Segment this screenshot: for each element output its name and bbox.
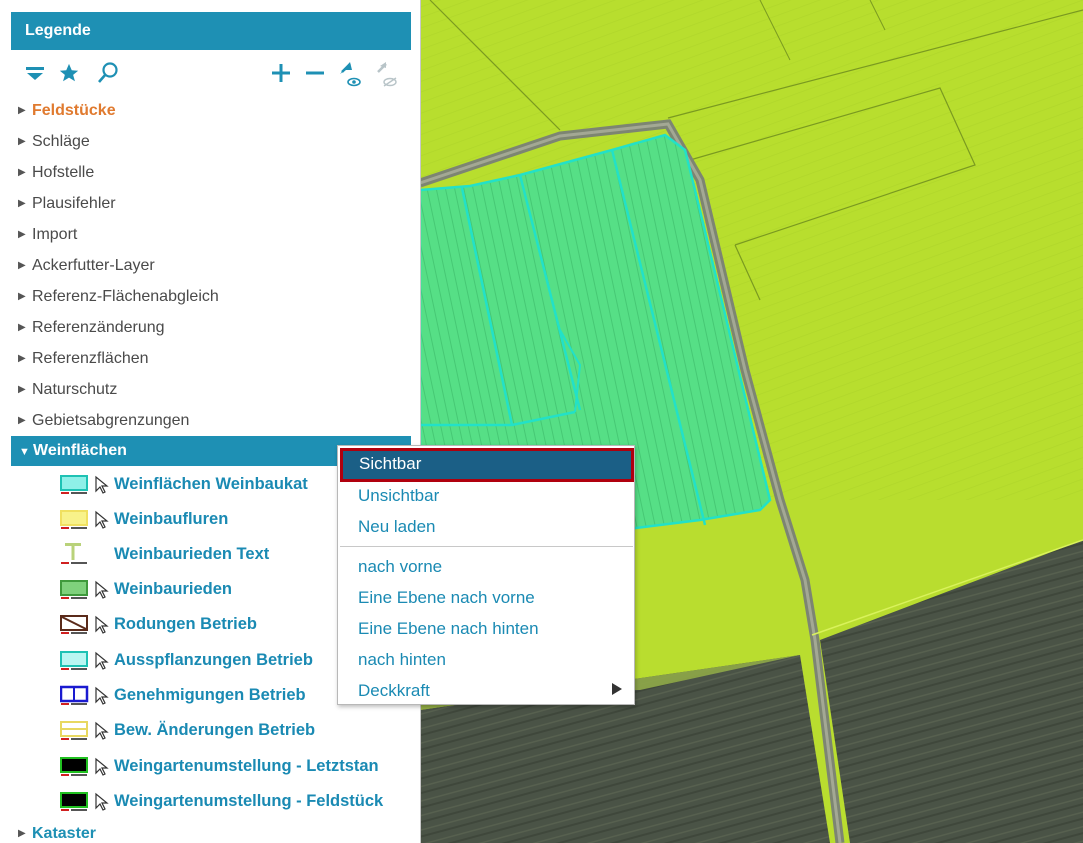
tree-item-schlaege[interactable]: ▶ Schläge (18, 129, 90, 155)
minus-icon[interactable] (302, 58, 328, 88)
expand-arrow-icon: ▶ (18, 291, 26, 302)
layer-weinbaurieden[interactable]: Weinbaurieden (60, 574, 232, 604)
hatched-symbol-icon (60, 611, 90, 637)
tree-item-gebietsabgrenzungen[interactable]: ▶ Gebietsabgrenzungen (18, 408, 189, 434)
tree-item-kataster[interactable]: ▶ Kataster (18, 821, 96, 843)
expand-arrow-icon: ▶ (18, 229, 26, 240)
layer-weinbaurieden-text[interactable]: Weinbaurieden Text (60, 539, 269, 569)
layer-ausspflanzungen-betrieb[interactable]: Ausspflanzungen Betrieb (60, 645, 313, 675)
layer-context-menu: Sichtbar Unsichtbar Neu laden nach vorne… (337, 445, 635, 705)
select-pointer-icon[interactable] (92, 720, 110, 740)
select-pointer-icon[interactable] (92, 614, 110, 634)
expand-arrow-icon: ▶ (18, 322, 26, 333)
expand-arrow-icon: ▶ (18, 260, 26, 271)
visible-eye-icon[interactable] (334, 58, 362, 88)
expand-arrow-icon: ▶ (18, 384, 26, 395)
menu-item-nach-hinten[interactable]: nach hinten (358, 650, 446, 670)
layer-symbol-icon (60, 506, 90, 532)
select-pointer-icon[interactable] (92, 650, 110, 670)
menu-item-eine-ebene-nach-hinten[interactable]: Eine Ebene nach hinten (358, 619, 539, 639)
tree-item-feldstuecke[interactable]: ▶ Feldstücke (18, 98, 116, 124)
menu-separator (340, 546, 633, 547)
tree-item-import[interactable]: ▶ Import (18, 222, 77, 248)
layer-rodungen-betrieb[interactable]: Rodungen Betrieb (60, 609, 257, 639)
layer-symbol-icon (60, 471, 90, 497)
legend-panel: Legende ▶ Feldstücke ▶ Schläge ▶ Hofstelle … (0, 0, 421, 843)
submenu-arrow-icon (612, 683, 622, 695)
search-icon[interactable] (94, 58, 122, 88)
expand-arrow-icon: ▶ (18, 828, 26, 839)
menu-item-neu-laden[interactable]: Neu laden (358, 517, 436, 537)
expand-arrow-icon: ▶ (18, 136, 26, 147)
layer-weingartenumstellung-letztstand[interactable]: Weingartenumstellung - Letztstan (60, 751, 379, 781)
expand-arrow-icon: ▶ (18, 353, 26, 364)
menu-item-eine-ebene-nach-vorne[interactable]: Eine Ebene nach vorne (358, 588, 535, 608)
tree-item-naturschutz[interactable]: ▶ Naturschutz (18, 377, 117, 403)
invisible-eye-icon[interactable] (370, 58, 398, 88)
select-pointer-icon[interactable] (92, 756, 110, 776)
tree-item-referenzflaechen[interactable]: ▶ Referenzflächen (18, 346, 149, 372)
filter-icon[interactable] (22, 58, 48, 88)
menu-item-unsichtbar[interactable]: Unsichtbar (358, 486, 439, 506)
select-pointer-icon[interactable] (92, 579, 110, 599)
layer-symbol-icon (59, 682, 90, 708)
plus-icon[interactable] (268, 58, 294, 88)
select-pointer-icon[interactable] (92, 685, 110, 705)
legend-toolbar (22, 58, 412, 92)
tree-item-referenzaenderung[interactable]: ▶ Referenzänderung (18, 315, 165, 341)
legend-title: Legende (11, 12, 411, 50)
layer-weingartenumstellung-feldstueck[interactable]: Weingartenumstellung - Feldstück (60, 786, 383, 816)
text-symbol-icon (60, 541, 90, 567)
tree-item-referenz-flaechenabgleich[interactable]: ▶ Referenz-Flächenabgleich (18, 284, 219, 310)
layer-symbol-icon (60, 717, 90, 743)
menu-item-deckkraft[interactable]: Deckkraft (358, 681, 430, 701)
layer-bew-aenderungen-betrieb[interactable]: Bew. Änderungen Betrieb (60, 715, 315, 745)
layer-symbol-icon (60, 753, 90, 779)
layer-symbol-icon (60, 788, 90, 814)
select-pointer-icon[interactable] (92, 791, 110, 811)
expand-arrow-icon: ▶ (18, 167, 26, 178)
layer-weinbaufluren[interactable]: Weinbaufluren (60, 504, 228, 534)
tree-item-hofstelle[interactable]: ▶ Hofstelle (18, 160, 94, 186)
layer-symbol-icon (60, 576, 90, 602)
menu-item-nach-vorne[interactable]: nach vorne (358, 557, 442, 577)
tree-item-plausifehler[interactable]: ▶ Plausifehler (18, 191, 116, 217)
select-pointer-icon[interactable] (92, 509, 110, 529)
expand-arrow-icon: ▶ (18, 105, 26, 116)
collapse-arrow-icon: ▼ (19, 446, 30, 458)
select-pointer-icon[interactable] (92, 474, 110, 494)
expand-arrow-icon: ▶ (18, 415, 26, 426)
layer-symbol-icon (60, 647, 90, 673)
expand-arrow-icon: ▶ (18, 198, 26, 209)
layer-weinflaechen-weinbaukataster[interactable]: Weinflächen Weinbaukat (60, 469, 308, 499)
menu-item-sichtbar[interactable]: Sichtbar (340, 448, 634, 482)
star-icon[interactable] (56, 58, 82, 88)
tree-item-ackerfutter-layer[interactable]: ▶ Ackerfutter-Layer (18, 253, 155, 279)
layer-genehmigungen-betrieb[interactable]: Genehmigungen Betrieb (59, 680, 306, 710)
